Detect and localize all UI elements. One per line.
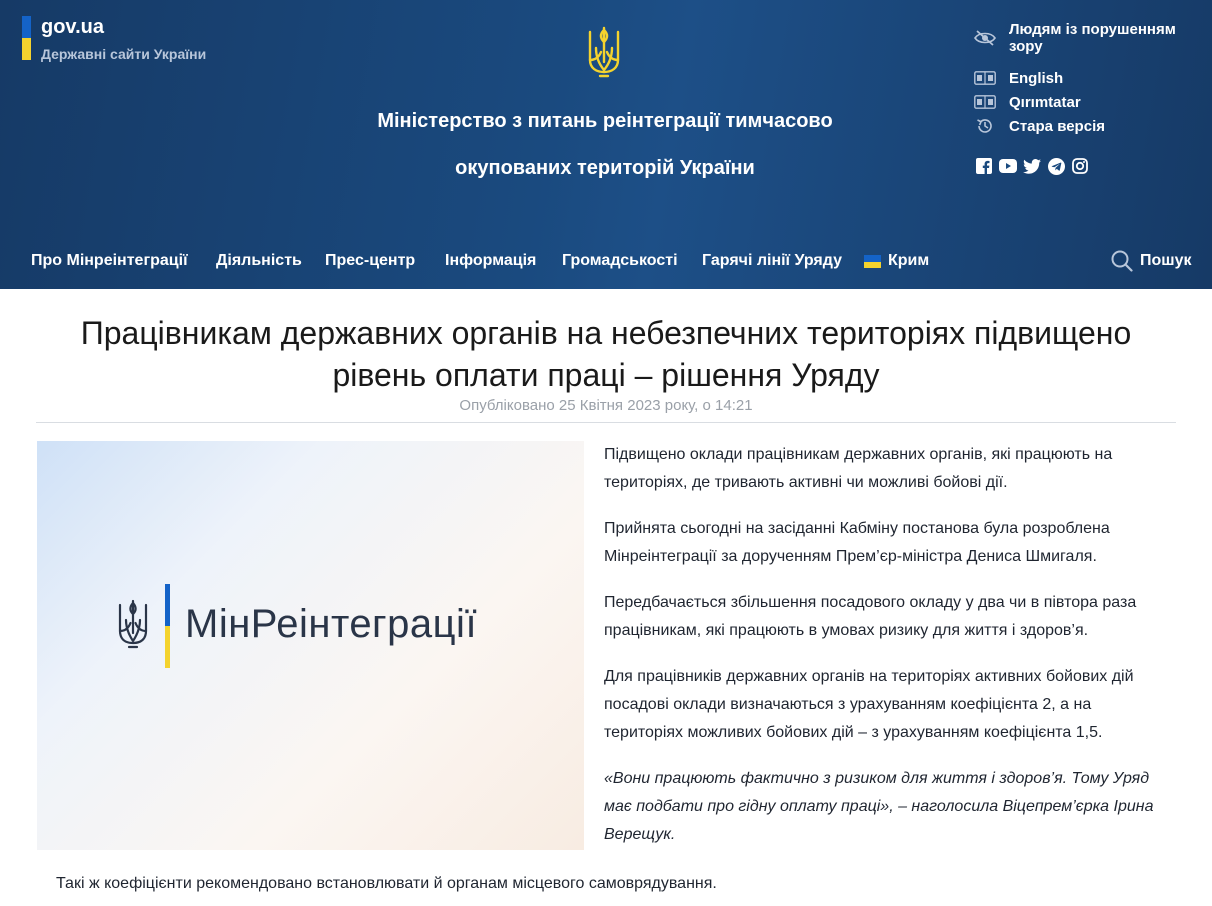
ukraine-flag-icon xyxy=(864,255,881,268)
coat-of-arms-icon[interactable] xyxy=(586,26,622,78)
article-paragraph: Прийнята сьогодні на засіданні Кабміну п… xyxy=(604,520,1110,565)
social-links xyxy=(975,157,1089,175)
article-image: МінРеінтеграції xyxy=(37,441,584,850)
search-icon[interactable] xyxy=(1111,250,1133,272)
title-divider xyxy=(36,422,1176,423)
article-title: Працівникам державних органів на небезпе… xyxy=(36,312,1176,396)
utility-links: Людям із порушенням зору English Qırımta… xyxy=(974,21,1210,138)
nav-item-activity[interactable]: Діяльність xyxy=(216,252,302,270)
telegram-icon[interactable] xyxy=(1047,157,1065,175)
main-navigation: Про Мінреінтеграції Діяльність Прес-цент… xyxy=(0,238,1212,286)
portal-subtitle: Державні сайти України xyxy=(41,46,207,62)
instagram-icon[interactable] xyxy=(1071,157,1089,175)
eye-crossed-icon xyxy=(974,29,996,47)
site-header: gov.ua Державні сайти України Міністерст… xyxy=(0,0,1212,289)
article-body: Підвищено оклади працівникам державних о… xyxy=(604,441,1160,867)
govua-portal-link[interactable]: gov.ua Державні сайти України xyxy=(22,16,206,62)
old-version-link[interactable]: Стара версія xyxy=(974,114,1210,138)
published-date: Опубліковано 25 Квітня 2023 року, о 14:2… xyxy=(459,397,753,414)
twitter-icon[interactable] xyxy=(1023,157,1041,175)
flag-divider xyxy=(165,584,170,668)
image-logo-text: МінРеінтеграції xyxy=(185,602,478,646)
accessibility-label: Людям із порушенням зору xyxy=(1009,21,1176,55)
article-paragraph: Для працівників державних органів на тер… xyxy=(604,668,1134,741)
translate-icon xyxy=(974,93,996,111)
article-paragraph: Підвищено оклади працівникам державних о… xyxy=(604,446,1113,491)
portal-name: gov.ua xyxy=(41,16,104,38)
nav-item-about[interactable]: Про Мінреінтеграції xyxy=(31,252,188,270)
article-title-line2: рівень оплати праці – рішення Уряду xyxy=(332,357,880,393)
ukraine-flag-icon xyxy=(22,16,31,60)
facebook-icon[interactable] xyxy=(975,157,993,175)
article-paragraph: Такі ж коефіцієнти рекомендовано встанов… xyxy=(56,875,717,892)
ministry-title-line1: Міністерство з питань реінтеграції тимча… xyxy=(377,110,833,132)
nav-item-information[interactable]: Інформація xyxy=(445,252,536,270)
language-crimean-tatar-link[interactable]: Qırımtatar xyxy=(974,90,1210,114)
trident-icon xyxy=(118,599,148,649)
article-paragraph: Передбачається збільшення посадового окл… xyxy=(604,594,1137,639)
article-title-line1: Працівникам державних органів на небезпе… xyxy=(80,315,1132,351)
article-quote: «Вони працюють фактично з ризиком для жи… xyxy=(604,770,1154,843)
english-label: English xyxy=(1009,69,1064,87)
translate-icon xyxy=(974,69,996,87)
nav-item-crimea[interactable]: Крим xyxy=(888,252,929,270)
ministry-title[interactable]: Міністерство з питань реінтеграції тимча… xyxy=(330,98,880,192)
nav-item-public[interactable]: Громадськості xyxy=(562,252,678,270)
nav-item-press-center[interactable]: Прес-центр xyxy=(325,252,415,270)
history-icon xyxy=(974,117,996,135)
language-english-link[interactable]: English xyxy=(974,66,1210,90)
search-button[interactable]: Пошук xyxy=(1140,252,1192,270)
youtube-icon[interactable] xyxy=(999,157,1017,175)
old-version-label: Стара версія xyxy=(1009,117,1105,135)
crimean-tatar-label: Qırımtatar xyxy=(1009,93,1081,111)
accessibility-link[interactable]: Людям із порушенням зору xyxy=(974,21,1210,55)
nav-item-hotlines[interactable]: Гарячі лінії Уряду xyxy=(702,252,842,270)
ministry-title-line2: окупованих територій України xyxy=(455,157,755,179)
